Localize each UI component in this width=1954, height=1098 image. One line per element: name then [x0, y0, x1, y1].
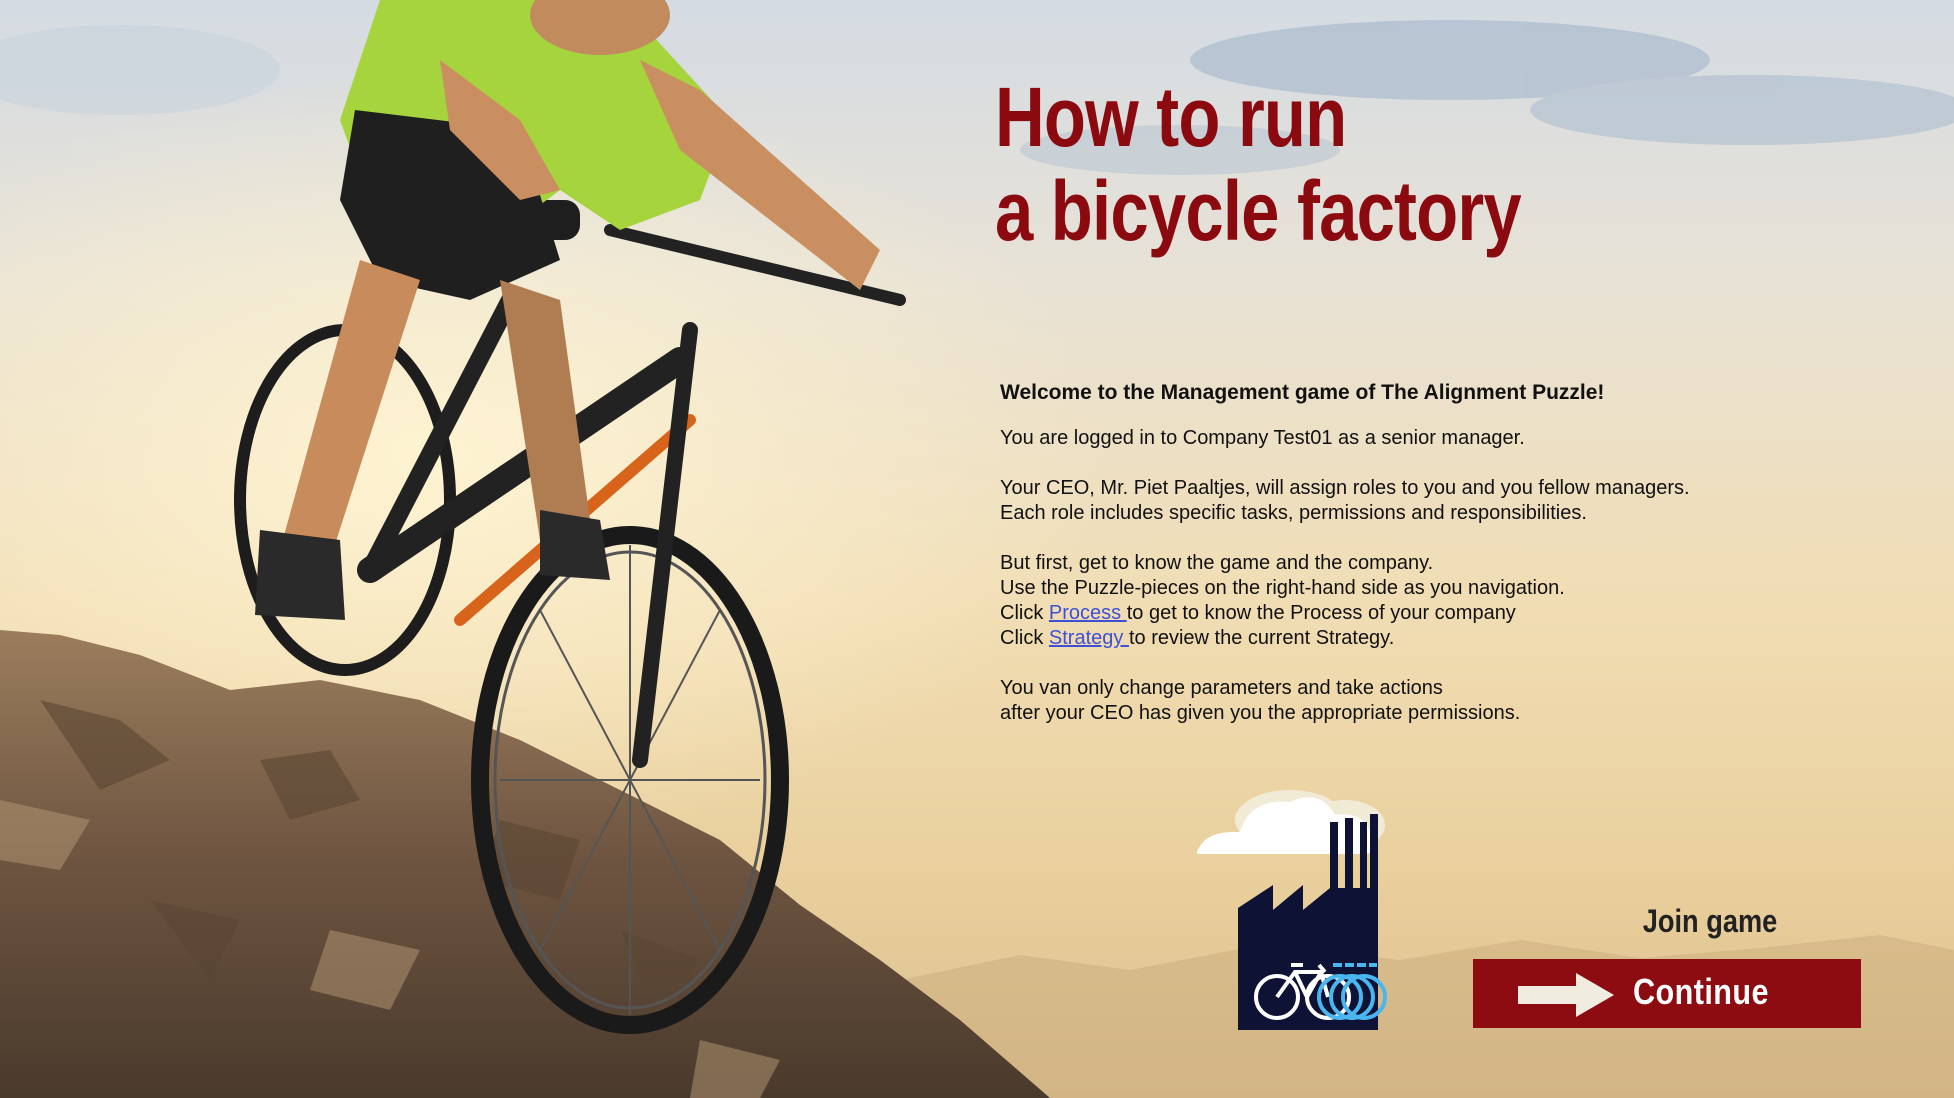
- welcome-heading: Welcome to the Management game of The Al…: [1000, 381, 1605, 404]
- join-game-label: Join game: [1642, 903, 1778, 939]
- roles-line-2: Each role includes specific tasks, permi…: [1000, 502, 1587, 524]
- intro-text: Welcome to the Management game of The Al…: [1000, 380, 1900, 751]
- login-text: You are logged in to Company Test01 as a…: [1000, 427, 1525, 449]
- factory-icon: [1196, 790, 1387, 1030]
- roles-line-1: Your CEO, Mr. Piet Paaltjes, will assign…: [1000, 477, 1690, 499]
- first-line-2: Use the Puzzle-pieces on the right-hand …: [1000, 577, 1565, 599]
- process-link[interactable]: Process: [1049, 602, 1127, 624]
- first-line-1: But first, get to know the game and the …: [1000, 552, 1434, 574]
- strategy-rest: to review the current Strategy.: [1128, 627, 1395, 649]
- perm-line-1: You van only change parameters and take …: [1000, 677, 1443, 699]
- click-word: Click: [1000, 627, 1044, 649]
- front-wheel: [471, 526, 789, 1034]
- click-word: Click: [1000, 602, 1044, 624]
- login-paragraph: You are logged in to Company Test01 as a…: [1000, 426, 1900, 451]
- permissions-paragraph: You van only change parameters and take …: [1000, 676, 1900, 726]
- roles-paragraph: Your CEO, Mr. Piet Paaltjes, will assign…: [1000, 476, 1900, 526]
- arrow-right-icon: [1518, 973, 1614, 1017]
- title-line-2: a bicycle factory: [995, 164, 1522, 258]
- continue-button[interactable]: Continue: [1473, 959, 1861, 1028]
- title-line-1: How to run: [995, 70, 1347, 164]
- process-rest: to get to know the Process of your compa…: [1126, 602, 1516, 624]
- continue-label: Continue: [1633, 971, 1769, 1012]
- navigation-paragraph: But first, get to know the game and the …: [1000, 551, 1900, 651]
- strategy-link[interactable]: Strategy: [1049, 627, 1129, 649]
- perm-line-2: after your CEO has given you the appropr…: [1000, 702, 1521, 724]
- page-title: How to run a bicycle factory: [995, 70, 1522, 258]
- cloud-icon: [1196, 790, 1385, 854]
